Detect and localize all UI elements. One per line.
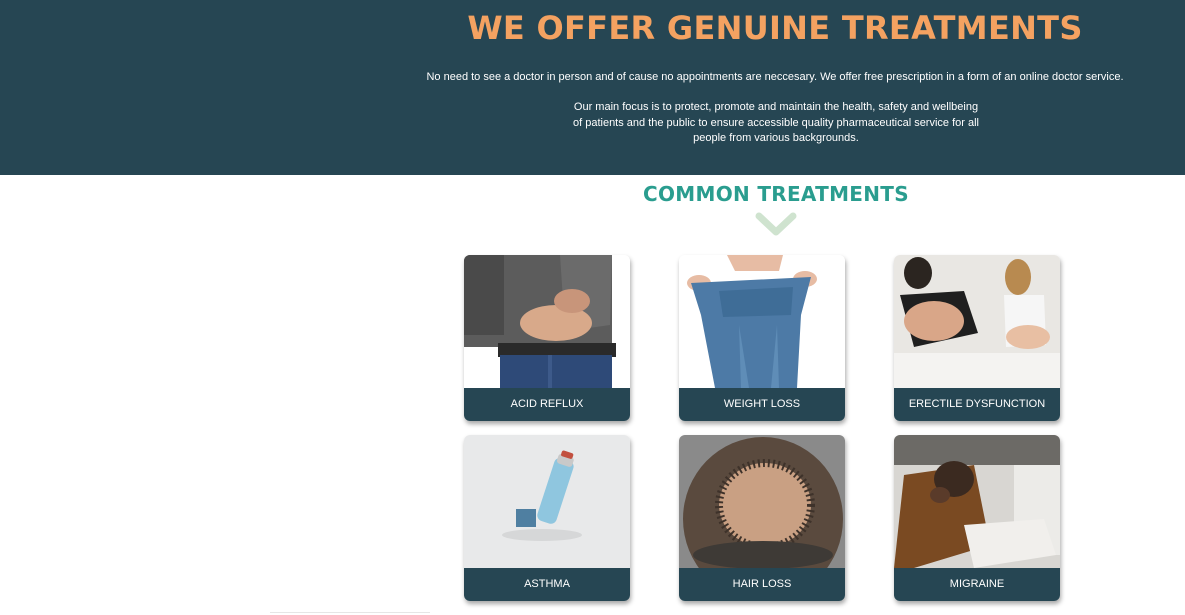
treatment-card-label: WEIGHT LOSS [679, 388, 845, 421]
treatment-card-acid-reflux[interactable]: ACID REFLUX [464, 255, 630, 421]
hair-loss-image [679, 435, 845, 568]
weight-loss-image [679, 255, 845, 388]
asthma-image [464, 435, 630, 568]
treatment-card-label: MIGRAINE [894, 568, 1060, 601]
treatment-card-label: ERECTILE DYSFUNCTION [894, 388, 1060, 421]
section-title-common-treatments: COMMON TREATMENTS [643, 182, 909, 206]
treatment-card-migraine[interactable]: MIGRAINE [894, 435, 1060, 601]
treatment-card-label: HAIR LOSS [679, 568, 845, 601]
chevron-down-icon[interactable] [755, 212, 797, 238]
treatment-card-weight-loss[interactable]: WEIGHT LOSS [679, 255, 845, 421]
migraine-image [894, 435, 1060, 568]
treatment-card-asthma[interactable]: ASTHMA [464, 435, 630, 601]
hero-banner: WE OFFER GENUINE TREATMENTS No need to s… [0, 0, 1185, 175]
hero-intro-text: No need to see a doctor in person and of… [426, 71, 1124, 83]
treatment-card-hair-loss[interactable]: HAIR LOSS [679, 435, 845, 601]
treatment-card-label: ACID REFLUX [464, 388, 630, 421]
hero-title: WE OFFER GENUINE TREATMENTS [467, 9, 1083, 47]
acid-reflux-image [464, 255, 630, 388]
erectile-dysfunction-image [894, 255, 1060, 388]
divider [270, 612, 430, 613]
treatment-card-erectile-dysfunction[interactable]: ERECTILE DYSFUNCTION [894, 255, 1060, 421]
treatment-card-label: ASTHMA [464, 568, 630, 601]
hero-focus-text: Our main focus is to protect, promote an… [572, 101, 979, 144]
